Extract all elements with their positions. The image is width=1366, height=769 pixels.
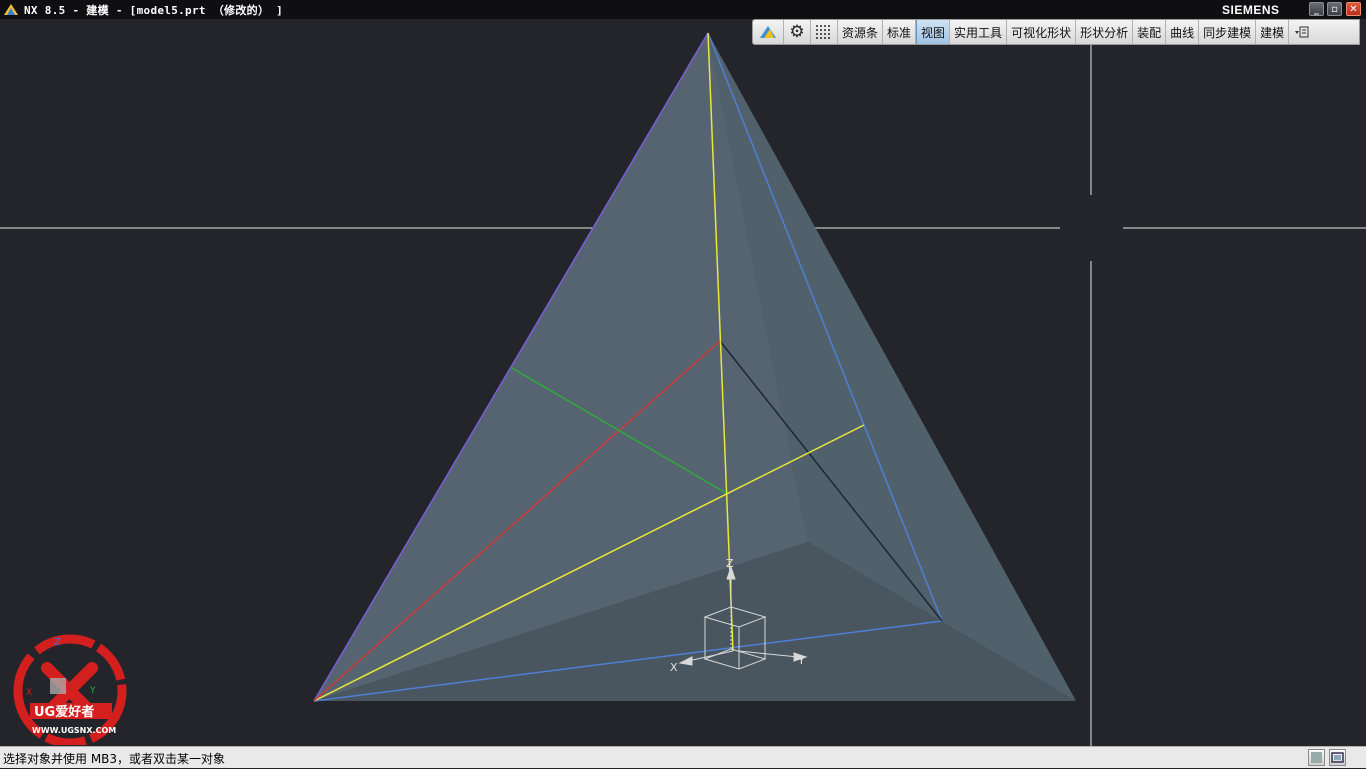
ribbon-toolbar: ⚙ 资源条 标准 视图 实用工具 可视化形状 形状分析 装配 曲线 同步建模 建… xyxy=(752,19,1360,45)
tab-modeling[interactable]: 建模 xyxy=(1256,20,1290,44)
tab-visual-shape[interactable]: 可视化形状 xyxy=(1007,20,1077,44)
graphics-viewport[interactable]: Z Y X xyxy=(0,19,1366,746)
status-filter-icon[interactable] xyxy=(1308,749,1325,766)
siemens-brand: SIEMENS xyxy=(1222,3,1280,17)
tab-utilities[interactable]: 实用工具 xyxy=(950,20,1008,44)
toolbar-options-icon[interactable] xyxy=(1289,20,1315,44)
watermark-axis-z: Z xyxy=(54,637,61,648)
pyramid-face-front xyxy=(314,33,1076,701)
triad-x-label: X xyxy=(670,661,678,674)
tab-shape-analysis[interactable]: 形状分析 xyxy=(1076,20,1134,44)
tab-standard[interactable]: 标准 xyxy=(883,20,917,44)
render-style-icon[interactable] xyxy=(753,20,784,44)
title-bar: NX 8.5 - 建模 - [model5.prt （修改的） ] SIEMEN… xyxy=(0,0,1366,19)
status-bar: 选择对象并使用 MB3，或者双击某一对象 xyxy=(0,746,1366,768)
ugsnx-watermark-logo: Z X Y UG爱好者 WWW.UGSNX.COM xyxy=(13,634,127,745)
tab-synchronous-modeling[interactable]: 同步建模 xyxy=(1199,20,1257,44)
watermark-logo-text: UG爱好者 xyxy=(34,704,94,720)
watermark-axis-x: X xyxy=(26,688,32,698)
tab-curve[interactable]: 曲线 xyxy=(1166,20,1200,44)
watermark-axis-y: Y xyxy=(89,686,96,696)
watermark-url: WWW.UGSNX.COM xyxy=(32,726,116,735)
tab-resource-bar[interactable]: 资源条 xyxy=(838,20,884,44)
status-prompt: 选择对象并使用 MB3，或者双击某一对象 xyxy=(3,752,226,766)
tab-assembly[interactable]: 装配 xyxy=(1133,20,1167,44)
grid-icon[interactable] xyxy=(811,20,838,44)
triad-z-label: Z xyxy=(726,557,734,570)
full-screen-icon[interactable] xyxy=(1329,749,1346,766)
triad-y-label: Y xyxy=(797,654,805,667)
gear-icon[interactable]: ⚙ xyxy=(784,20,811,44)
close-button[interactable]: ✕ xyxy=(1346,2,1361,16)
nx-app-icon xyxy=(4,4,18,15)
tab-view[interactable]: 视图 xyxy=(916,20,951,44)
minimize-button[interactable]: _ xyxy=(1309,2,1324,16)
window-title: NX 8.5 - 建模 - [model5.prt （修改的） ] xyxy=(24,4,284,17)
restore-button[interactable]: ▫ xyxy=(1327,2,1342,16)
